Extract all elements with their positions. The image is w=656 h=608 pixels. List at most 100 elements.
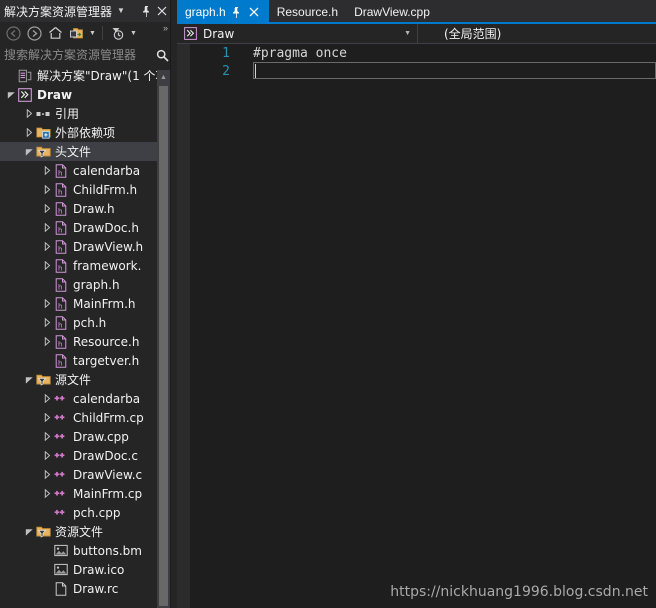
editor-tab[interactable]: Resource.h bbox=[269, 0, 346, 24]
close-icon[interactable] bbox=[247, 0, 261, 24]
rc-file-icon bbox=[53, 579, 69, 598]
twisty-expanded-icon[interactable] bbox=[24, 142, 35, 161]
twisty-expanded-icon[interactable] bbox=[24, 370, 35, 389]
back-arrow-icon[interactable] bbox=[3, 23, 23, 43]
filter-folder-icon bbox=[35, 142, 51, 161]
current-line-highlight bbox=[253, 62, 656, 79]
twisty-placeholder bbox=[42, 275, 53, 294]
chevron-down-icon[interactable]: ▼ bbox=[116, 7, 126, 15]
tree-row[interactable]: h targetver.h bbox=[0, 351, 170, 370]
editor-tab-label: Resource.h bbox=[276, 5, 339, 19]
forward-arrow-icon[interactable] bbox=[24, 23, 44, 43]
twisty-collapsed-icon[interactable] bbox=[42, 389, 53, 408]
tree-row[interactable]: h ChildFrm.h bbox=[0, 180, 170, 199]
tree-row[interactable]: 源文件 bbox=[0, 370, 170, 389]
tree-row[interactable]: h MainFrm.h bbox=[0, 294, 170, 313]
search-icon[interactable] bbox=[156, 49, 169, 62]
twisty-collapsed-icon[interactable] bbox=[42, 237, 53, 256]
tree-row-label: 源文件 bbox=[55, 373, 92, 387]
pin-icon[interactable] bbox=[138, 2, 154, 20]
tree-row[interactable]: buttons.bm bbox=[0, 541, 170, 560]
tree-row[interactable]: MainFrm.cp bbox=[0, 484, 170, 503]
overflow-chevrons-icon[interactable]: » bbox=[163, 23, 168, 33]
close-icon[interactable] bbox=[154, 2, 170, 20]
tree-row[interactable]: h framework. bbox=[0, 256, 170, 275]
tree-row[interactable]: h graph.h bbox=[0, 275, 170, 294]
filter-dropdown-chevron-down-icon[interactable]: ▼ bbox=[128, 23, 139, 43]
tree-row[interactable]: 解决方案"Draw"(1 个项 bbox=[0, 66, 170, 85]
tree-row-label: Resource.h bbox=[73, 334, 140, 349]
twisty-collapsed-icon[interactable] bbox=[42, 256, 53, 275]
tree-row[interactable]: h calendarba bbox=[0, 161, 170, 180]
tree-row[interactable]: h Draw.h bbox=[0, 199, 170, 218]
tree-row[interactable]: h DrawDoc.h bbox=[0, 218, 170, 237]
tree-row[interactable]: DrawDoc.c bbox=[0, 446, 170, 465]
scroll-up-arrow-icon[interactable]: ▲ bbox=[157, 70, 170, 84]
filter-folder-icon bbox=[35, 522, 51, 541]
twisty-collapsed-icon[interactable] bbox=[42, 484, 53, 503]
search-input[interactable] bbox=[0, 47, 156, 63]
tree-row[interactable]: DrawView.c bbox=[0, 465, 170, 484]
tree-row[interactable]: ChildFrm.cp bbox=[0, 408, 170, 427]
editor-tab-label: DrawView.cpp bbox=[354, 5, 430, 19]
tree-row-label: Draw.rc bbox=[73, 581, 119, 596]
twisty-collapsed-icon[interactable] bbox=[42, 218, 53, 237]
tree-row[interactable]: 头文件 bbox=[0, 142, 170, 161]
twisty-collapsed-icon[interactable] bbox=[24, 123, 35, 142]
twisty-collapsed-icon[interactable] bbox=[42, 332, 53, 351]
twisty-collapsed-icon[interactable] bbox=[24, 104, 35, 123]
filter-clock-icon[interactable] bbox=[107, 23, 127, 43]
tree-row[interactable]: 外部依赖项 bbox=[0, 123, 170, 142]
twisty-collapsed-icon[interactable] bbox=[42, 427, 53, 446]
twisty-collapsed-icon[interactable] bbox=[42, 180, 53, 199]
twisty-collapsed-icon[interactable] bbox=[42, 408, 53, 427]
tree-row[interactable]: 资源文件 bbox=[0, 522, 170, 541]
sync-folder-icon[interactable] bbox=[66, 23, 86, 43]
cpp-file-icon bbox=[53, 446, 69, 465]
twisty-expanded-icon[interactable] bbox=[24, 522, 35, 541]
project-dropdown-chevron-down-icon[interactable]: ▼ bbox=[404, 24, 411, 43]
twisty-collapsed-icon[interactable] bbox=[42, 313, 53, 332]
filter-folder-icon bbox=[35, 370, 51, 389]
tree-row-label: ChildFrm.h bbox=[73, 182, 138, 197]
tree-row[interactable]: Draw.rc bbox=[0, 579, 170, 598]
header-file-icon: h bbox=[53, 256, 69, 275]
code-editor-surface[interactable]: 1 #pragma once 2 bbox=[177, 44, 656, 608]
tree-row[interactable]: Draw bbox=[0, 85, 170, 104]
twisty-expanded-icon[interactable] bbox=[6, 85, 17, 104]
svg-text:h: h bbox=[58, 283, 62, 291]
header-file-icon: h bbox=[53, 180, 69, 199]
cpp-file-icon bbox=[53, 408, 69, 427]
project-selector-combo[interactable]: Draw ▼ bbox=[177, 24, 418, 43]
header-file-icon: h bbox=[53, 351, 69, 370]
tree-row[interactable]: pch.cpp bbox=[0, 503, 170, 522]
tree-row-label: 引用 bbox=[55, 107, 80, 121]
tree-row[interactable]: Draw.cpp bbox=[0, 427, 170, 446]
twisty-collapsed-icon[interactable] bbox=[42, 294, 53, 313]
cpp-file-icon bbox=[53, 503, 69, 522]
editor-tab[interactable]: DrawView.cpp bbox=[346, 0, 438, 24]
tree-row[interactable]: Draw.ico bbox=[0, 560, 170, 579]
twisty-collapsed-icon[interactable] bbox=[42, 465, 53, 484]
scrollbar-thumb[interactable] bbox=[159, 86, 168, 606]
tree-row-label: Draw.ico bbox=[73, 562, 125, 577]
twisty-collapsed-icon[interactable] bbox=[42, 446, 53, 465]
tree-row[interactable]: h pch.h bbox=[0, 313, 170, 332]
indicator-margin[interactable] bbox=[177, 44, 190, 608]
twisty-collapsed-icon[interactable] bbox=[42, 199, 53, 218]
twisty-collapsed-icon[interactable] bbox=[42, 161, 53, 180]
solution-tree[interactable]: 解决方案"Draw"(1 个项 Draw 引用 外部依赖项 头文件 h calendarba… bbox=[0, 66, 170, 608]
tree-row[interactable]: calendarba bbox=[0, 389, 170, 408]
sidebar-vertical-scrollbar[interactable]: ▲ bbox=[157, 70, 170, 608]
home-icon[interactable] bbox=[45, 23, 65, 43]
code-line-text[interactable]: #pragma once bbox=[253, 46, 347, 61]
tree-row[interactable]: h DrawView.h bbox=[0, 237, 170, 256]
editor-tab[interactable]: graph.h bbox=[177, 0, 269, 24]
header-file-icon: h bbox=[53, 218, 69, 237]
cpp-file-icon bbox=[53, 427, 69, 446]
pin-icon[interactable] bbox=[230, 0, 244, 24]
scope-selector-combo[interactable]: (全局范围) bbox=[418, 24, 656, 43]
tree-row[interactable]: h Resource.h bbox=[0, 332, 170, 351]
tree-row[interactable]: 引用 bbox=[0, 104, 170, 123]
sync-dropdown-chevron-down-icon[interactable]: ▼ bbox=[87, 23, 98, 43]
